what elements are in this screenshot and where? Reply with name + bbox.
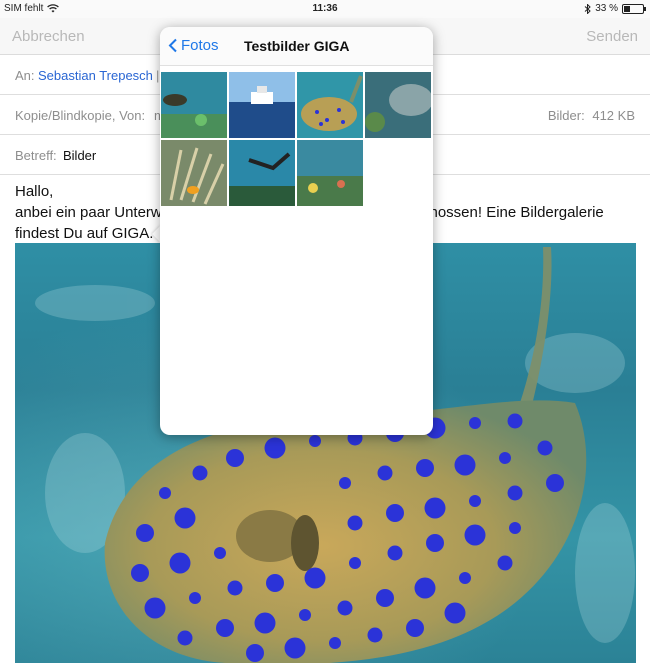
ray-spot xyxy=(546,474,564,492)
thumb-moray-eel[interactable] xyxy=(365,72,431,138)
ray-spot xyxy=(426,534,444,552)
ray-spot xyxy=(189,592,201,604)
subject-label: Betreff: xyxy=(15,148,57,163)
ray-spot xyxy=(376,589,394,607)
ray-spot xyxy=(387,545,403,561)
ray-spot xyxy=(454,454,476,476)
ray-spot xyxy=(386,504,404,522)
ray-spot xyxy=(216,619,234,637)
thumb-stingray[interactable] xyxy=(297,72,363,138)
ray-spot xyxy=(509,522,521,534)
thumb-stingray-art xyxy=(297,72,363,138)
thumb-diver-art xyxy=(229,140,295,206)
ray-spot xyxy=(424,497,446,519)
ray-spot xyxy=(469,417,481,429)
thumb-anemone-art xyxy=(161,140,227,206)
ray-spot xyxy=(499,452,511,464)
popover-header: Fotos Testbilder GIGA xyxy=(160,27,433,66)
ray-spot xyxy=(246,644,264,662)
ray-spot xyxy=(299,609,311,621)
chevron-left-icon xyxy=(168,38,177,53)
status-bar: SIM fehlt 11:36 33 % xyxy=(0,0,650,18)
thumb-reef-fish[interactable] xyxy=(161,72,227,138)
ray-spot xyxy=(266,574,284,592)
ray-spot xyxy=(144,597,166,619)
battery-fill xyxy=(624,5,630,12)
ray-spot xyxy=(537,440,553,456)
back-label: Fotos xyxy=(181,37,219,54)
ray-spot xyxy=(337,600,353,616)
body-line-2-right: chossen! Eine Bildergalerie xyxy=(422,204,604,221)
thumb-coral-fish-art xyxy=(297,140,363,206)
ray-spot xyxy=(469,495,481,507)
ray-spot xyxy=(464,524,486,546)
clock: 11:36 xyxy=(312,3,338,14)
ray-spot xyxy=(414,577,436,599)
ray-spot xyxy=(226,449,244,467)
subject-input[interactable]: Bilder xyxy=(63,148,96,163)
ray-spot xyxy=(349,557,361,569)
ray-spot xyxy=(174,507,196,529)
bluetooth-icon xyxy=(584,3,591,14)
thumb-anemone-clownfish[interactable] xyxy=(161,140,227,206)
ray-spot xyxy=(406,619,424,637)
ray-spot xyxy=(507,413,523,429)
thumb-diver[interactable] xyxy=(229,140,295,206)
ray-spot xyxy=(339,477,351,489)
to-label: An: xyxy=(15,68,35,83)
cancel-button[interactable]: Abbrechen xyxy=(12,28,85,45)
ray-spot xyxy=(367,627,383,643)
recipient-separator: | xyxy=(156,68,160,83)
thumb-reef-fish-art xyxy=(161,72,227,138)
images-size-value: 412 KB xyxy=(592,108,635,123)
thumb-coral-fish[interactable] xyxy=(297,140,363,206)
thumb-boat-art xyxy=(229,72,295,138)
ray-spot xyxy=(444,602,466,624)
back-button-fotos[interactable]: Fotos xyxy=(168,37,219,54)
ray-spot xyxy=(264,437,286,459)
ray-spot xyxy=(227,580,243,596)
body-line-2-left: anbei ein paar Unterwa xyxy=(15,204,171,221)
recipient-token[interactable]: Sebastian Trepesch xyxy=(38,68,153,83)
ray-spot xyxy=(309,435,321,447)
ray-spot xyxy=(284,637,306,659)
ray-spot xyxy=(416,459,434,477)
ray-spot xyxy=(254,612,276,634)
ray-spot xyxy=(136,524,154,542)
send-button[interactable]: Senden xyxy=(586,28,638,45)
photo-picker-popover: Fotos Testbilder GIGA xyxy=(160,27,433,435)
images-size-info[interactable]: Bilder: 412 KB xyxy=(548,108,635,123)
thumb-boat[interactable] xyxy=(229,72,295,138)
images-label: Bilder: xyxy=(547,108,585,123)
ray-spot xyxy=(192,465,208,481)
ray-spot xyxy=(347,515,363,531)
status-right: 33 % xyxy=(584,3,646,14)
battery-icon xyxy=(622,3,646,14)
ray-spot xyxy=(169,552,191,574)
ray-spot xyxy=(497,555,513,571)
ray-spot xyxy=(507,485,523,501)
ray-spot xyxy=(131,564,149,582)
ray-spot xyxy=(377,465,393,481)
battery-percent: 33 % xyxy=(595,3,618,14)
album-title: Testbilder GIGA xyxy=(244,38,350,54)
ray-spot xyxy=(159,487,171,499)
cc-label: Kopie/Blindkopie, Von: xyxy=(15,108,146,123)
ray-spot xyxy=(177,630,193,646)
ray-spot xyxy=(304,567,326,589)
thumb-moray-eel-art xyxy=(365,72,431,138)
ray-spot xyxy=(459,572,471,584)
ray-spot xyxy=(214,547,226,559)
ray-spot xyxy=(329,637,341,649)
